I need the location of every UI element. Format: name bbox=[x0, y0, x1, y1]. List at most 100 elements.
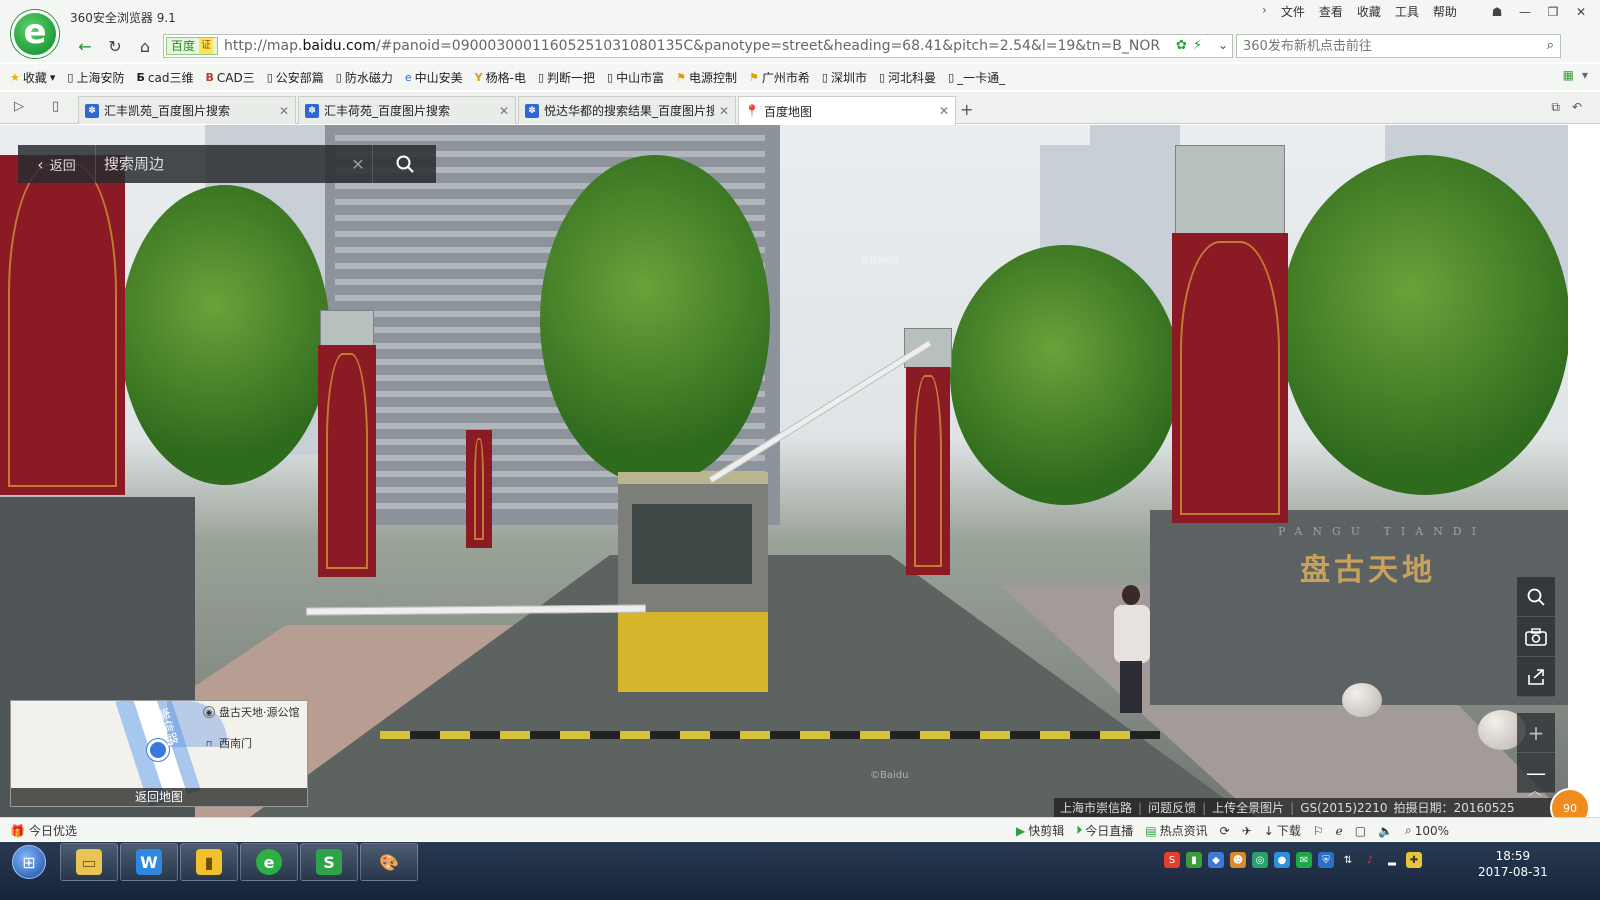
zoom-in-button[interactable]: + bbox=[1517, 713, 1555, 753]
undo-close-icon[interactable]: ↶ bbox=[1572, 100, 1582, 115]
bookmark-item[interactable]: ▯ 上海安防 bbox=[67, 69, 124, 86]
address-bar[interactable]: 百度 证 http://map.baidu.com/#panoid=090003… bbox=[163, 34, 1233, 58]
pin-icon[interactable]: ✈ bbox=[1242, 824, 1252, 838]
feedback-link[interactable]: 问题反馈 bbox=[1148, 799, 1196, 816]
speed-icon[interactable]: ⟳ bbox=[1220, 824, 1230, 838]
close-icon[interactable]: ✕ bbox=[719, 104, 729, 118]
window-icon[interactable]: ▢ bbox=[1355, 824, 1366, 838]
bookmark-item[interactable]: ▯ _一卡通_ bbox=[948, 69, 1005, 86]
bookmark-favorites[interactable]: ★ 收藏 ▾ bbox=[10, 69, 55, 86]
search-icon[interactable]: ⌕ bbox=[1547, 38, 1554, 53]
back-to-map-button[interactable]: 返回地图 bbox=[11, 788, 307, 806]
camera-tray-icon[interactable]: ◎ bbox=[1252, 852, 1268, 868]
close-window-button[interactable]: ✕ bbox=[1568, 2, 1594, 22]
share-button[interactable] bbox=[1517, 657, 1555, 697]
quick-edit-button[interactable]: ▶ 快剪辑 bbox=[1016, 822, 1064, 839]
back-arrow-icon[interactable]: ← bbox=[74, 36, 96, 56]
maximize-button[interactable]: ❐ bbox=[1540, 2, 1566, 22]
start-button[interactable]: ⊞ bbox=[4, 842, 54, 882]
bookmark-item[interactable]: ▯ 中山市富 bbox=[607, 69, 664, 86]
shield-icon[interactable]: ⛨ bbox=[1318, 852, 1334, 868]
menu-tools[interactable]: 工具 bbox=[1395, 3, 1419, 20]
clear-icon[interactable]: ✕ bbox=[344, 155, 372, 174]
bookmark-item[interactable]: Ƃcad三维 bbox=[137, 69, 194, 86]
taskbar-app-wps-sheets[interactable]: S bbox=[300, 843, 358, 881]
bookmark-item[interactable]: ▯ 河北科曼 bbox=[879, 69, 936, 86]
menu-help[interactable]: 帮助 bbox=[1433, 3, 1457, 20]
close-icon[interactable]: ✕ bbox=[939, 104, 949, 118]
menu-view[interactable]: 查看 bbox=[1319, 3, 1343, 20]
lightning-icon[interactable]: ⚡ bbox=[1193, 38, 1202, 53]
bookmark-item[interactable]: ▯ 防水磁力 bbox=[336, 69, 393, 86]
new-tab-button[interactable]: + bbox=[960, 100, 973, 119]
chevron-right-icon[interactable]: › bbox=[1262, 3, 1267, 20]
bookmark-item[interactable]: ⚑ 广州市希 bbox=[749, 69, 810, 86]
network-icon[interactable]: ⇅ bbox=[1340, 852, 1356, 868]
taskbar-app-paint[interactable]: 🎨 bbox=[360, 843, 418, 881]
sidebar-toggle-icon[interactable]: ▷ bbox=[14, 99, 24, 114]
system-clock[interactable]: 18:59 2017-08-31 bbox=[1478, 848, 1548, 880]
close-icon[interactable]: ✕ bbox=[499, 104, 509, 118]
site-verify-badge[interactable]: 百度 证 bbox=[166, 37, 219, 55]
home-icon[interactable]: ⌂ bbox=[134, 36, 156, 56]
download-button[interactable]: ↓ 下载 bbox=[1264, 822, 1301, 839]
wechat-icon[interactable]: ✉ bbox=[1296, 852, 1312, 868]
cloud-icon[interactable]: ● bbox=[1274, 852, 1290, 868]
bookmark-item[interactable]: ▯ 深圳市 bbox=[822, 69, 867, 86]
zoom-indicator[interactable]: ⌕ 100% bbox=[1405, 823, 1449, 838]
restore-tabs-icon[interactable]: ⧉ bbox=[1551, 100, 1560, 115]
back-button[interactable]: ‹ 返回 bbox=[18, 145, 96, 183]
sogou-icon[interactable]: S bbox=[1164, 852, 1180, 868]
search-button[interactable] bbox=[372, 145, 436, 183]
taskbar-app-wps-writer[interactable]: W bbox=[120, 843, 178, 881]
people-icon[interactable]: ☻ bbox=[1230, 852, 1246, 868]
page-list-icon[interactable]: ▯ bbox=[52, 99, 59, 114]
upload-link[interactable]: 上传全景图片 bbox=[1212, 799, 1284, 816]
news-button[interactable]: ▤ 热点资讯 bbox=[1145, 822, 1207, 839]
menu-favorites[interactable]: 收藏 bbox=[1357, 3, 1381, 20]
browser-search-box[interactable]: ⌕ bbox=[1236, 34, 1561, 58]
mini-map[interactable]: 崇信路 ◉ 盘古天地·源公馆 ⊓ 西南门 返回地图 bbox=[10, 700, 308, 807]
sync-icon[interactable]: ✿ bbox=[1176, 38, 1187, 53]
collapse-arrow-icon[interactable]: ︿ bbox=[1528, 780, 1542, 800]
ie-mode-icon[interactable]: ℯ bbox=[1336, 824, 1343, 838]
menu-file[interactable]: 文件 bbox=[1281, 3, 1305, 20]
url-text[interactable]: http://map.baidu.com/#panoid=09000300011… bbox=[224, 38, 1174, 54]
cube-icon[interactable]: ◆ bbox=[1208, 852, 1224, 868]
bookmark-item[interactable]: B CAD三 bbox=[205, 69, 254, 86]
screenshot-button[interactable] bbox=[1517, 617, 1555, 657]
battery-icon[interactable]: ▮ bbox=[1186, 852, 1202, 868]
skin-icon[interactable]: ☗ bbox=[1484, 2, 1510, 22]
tab-yueda-huadu[interactable]: ✽ 悦达华都的搜索结果_百度图片搜 ✕ bbox=[518, 96, 736, 124]
flag-icon[interactable]: ⚐ bbox=[1313, 824, 1324, 838]
bookmark-item[interactable]: Y 杨格-电 bbox=[475, 69, 526, 86]
nearby-search-input[interactable] bbox=[96, 145, 344, 183]
bookmark-item[interactable]: ▯ 判断一把 bbox=[538, 69, 595, 86]
input-method-icon[interactable]: ✚ bbox=[1406, 852, 1422, 868]
close-icon[interactable]: ✕ bbox=[279, 104, 289, 118]
minimize-button[interactable]: — bbox=[1512, 2, 1538, 22]
tab-huifeng-kaiyuan[interactable]: ✽ 汇丰凯苑_百度图片搜索 ✕ bbox=[78, 96, 296, 124]
refresh-icon[interactable]: ↻ bbox=[104, 36, 126, 56]
volume-icon[interactable]: 🔈 bbox=[1378, 824, 1393, 838]
bookmark-item[interactable]: ▯ 公安部篇 bbox=[267, 69, 324, 86]
taskbar-app-notes[interactable]: ▮ bbox=[180, 843, 238, 881]
chevron-down-icon[interactable]: ▾ bbox=[1582, 68, 1588, 82]
taskbar-app-explorer[interactable]: ▭ bbox=[60, 843, 118, 881]
live-button[interactable]: ⏵ 今日直播 bbox=[1076, 822, 1133, 839]
search-tool-button[interactable] bbox=[1517, 577, 1555, 617]
apps-grid-icon[interactable]: ▦ bbox=[1563, 68, 1574, 82]
minimap-poi[interactable]: ⊓ 西南门 bbox=[203, 735, 252, 751]
signal-icon[interactable]: ▂ bbox=[1384, 852, 1400, 868]
chevron-down-icon[interactable]: ⌄ bbox=[1218, 38, 1228, 52]
bookmark-item[interactable]: ⚑ 电源控制 bbox=[676, 69, 737, 86]
browser-search-input[interactable] bbox=[1237, 35, 1527, 57]
bookmark-item[interactable]: e 中山安美 bbox=[405, 69, 463, 86]
minimap-poi[interactable]: ◉ 盘古天地·源公馆 bbox=[203, 704, 300, 720]
today-picks[interactable]: 🎁 今日优选 bbox=[10, 822, 77, 839]
browser-logo-icon[interactable]: e bbox=[11, 10, 59, 58]
tab-baidu-map[interactable]: 📍 百度地图 ✕ bbox=[738, 96, 956, 125]
mute-icon[interactable]: ♪ bbox=[1362, 852, 1378, 868]
taskbar-app-360browser[interactable]: e bbox=[240, 843, 298, 881]
tab-huifeng-heyuan[interactable]: ✽ 汇丰荷苑_百度图片搜索 ✕ bbox=[298, 96, 516, 124]
